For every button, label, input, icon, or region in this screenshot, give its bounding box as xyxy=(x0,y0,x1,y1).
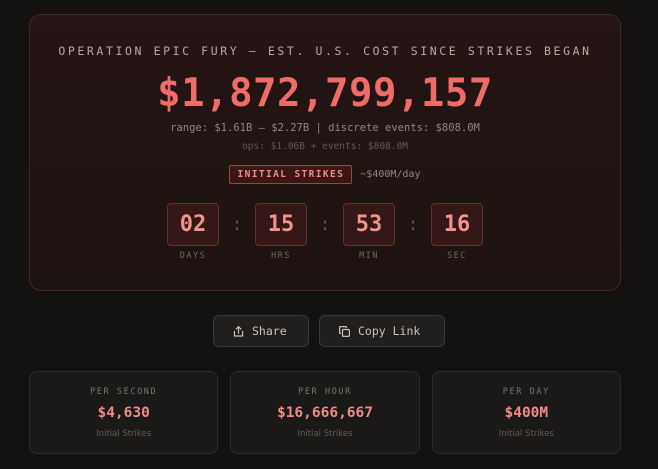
stat-phase: Initial Strikes xyxy=(297,429,353,439)
total-cost-counter: $1,872,799,157 xyxy=(157,71,493,116)
stat-value: $16,666,667 xyxy=(276,405,373,421)
timer-seconds: 16 SEC xyxy=(431,203,483,261)
phase-row: INITIAL STRIKES ~$400M/day xyxy=(30,165,620,184)
ops-breakdown-text: ops: $1.06B + events: $808.0M xyxy=(242,141,408,152)
timer-seconds-value: 16 xyxy=(431,203,483,246)
timer-seconds-label: SEC xyxy=(447,251,467,261)
stat-label: PER HOUR xyxy=(298,387,352,397)
stat-label: PER SECOND xyxy=(90,387,158,397)
stat-phase: Initial Strikes xyxy=(498,429,554,439)
stat-value: $400M xyxy=(504,405,549,421)
timer-hours-value: 15 xyxy=(255,203,307,246)
action-buttons: Share Copy Link xyxy=(0,315,658,347)
stat-card-per-second: PER SECOND $4,630 Initial Strikes xyxy=(29,371,219,454)
timer-minutes: 53 MIN xyxy=(343,203,395,261)
timer-minutes-label: MIN xyxy=(359,251,379,261)
phase-rate: ~$400M/day xyxy=(360,169,421,180)
copy-icon xyxy=(338,325,351,338)
phase-badge: INITIAL STRIKES xyxy=(229,165,353,184)
hero-title: OPERATION EPIC FURY — EST. U.S. COST SIN… xyxy=(58,44,592,58)
copy-link-button[interactable]: Copy Link xyxy=(319,315,445,347)
timer-days: 02 DAYS xyxy=(167,203,219,261)
stat-value: $4,630 xyxy=(97,405,150,421)
stat-card-per-hour: PER HOUR $16,666,667 Initial Strikes xyxy=(230,371,420,454)
timer-days-label: DAYS xyxy=(179,251,207,261)
timer-hours-label: HRS xyxy=(271,251,291,261)
timer-separator: : xyxy=(319,214,331,235)
elapsed-timer: 02 DAYS : 15 HRS : 53 MIN : 16 SEC xyxy=(30,203,620,261)
copy-link-button-label: Copy Link xyxy=(358,324,421,338)
share-button[interactable]: Share xyxy=(213,315,309,347)
rate-stats: PER SECOND $4,630 Initial Strikes PER HO… xyxy=(29,371,621,454)
stat-card-per-day: PER DAY $400M Initial Strikes xyxy=(431,371,621,454)
timer-hours: 15 HRS xyxy=(255,203,307,261)
timer-minutes-value: 53 xyxy=(343,203,395,246)
timer-separator: : xyxy=(231,214,243,235)
timer-separator: : xyxy=(407,214,419,235)
timer-days-value: 02 xyxy=(167,203,219,246)
cost-range-text: range: $1.61B – $2.27B | discrete events… xyxy=(170,122,480,134)
share-icon xyxy=(232,325,245,338)
stat-label: PER DAY xyxy=(502,387,550,397)
share-button-label: Share xyxy=(252,324,287,338)
stat-phase: Initial Strikes xyxy=(96,429,152,439)
cost-hero-panel: OPERATION EPIC FURY — EST. U.S. COST SIN… xyxy=(29,14,621,291)
